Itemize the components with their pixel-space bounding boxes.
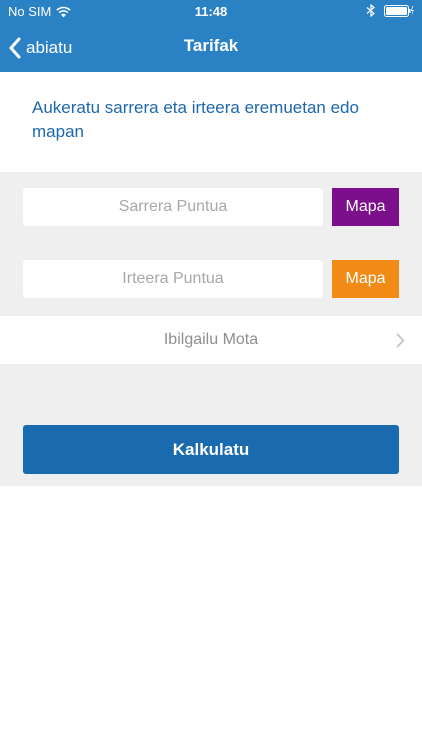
exit-point-input[interactable] xyxy=(23,260,323,298)
app-header: No SIM 11:48 abiatu Tarifak xyxy=(0,0,422,72)
status-bar: No SIM 11:48 xyxy=(0,0,422,24)
battery-charging-icon xyxy=(384,4,414,17)
vehicle-type-label: Ibilgailu Mota xyxy=(163,331,259,348)
calculate-button[interactable]: Kalkulatu xyxy=(23,425,399,474)
page-title: Tarifak xyxy=(183,36,239,55)
navigation-bar: abiatu Tarifak xyxy=(0,24,422,72)
exit-map-button[interactable]: Mapa xyxy=(332,260,399,298)
bluetooth-icon xyxy=(366,4,375,17)
chevron-right-icon xyxy=(396,333,405,348)
instruction-text: Aukeratu sarrera eta irteera eremuetan e… xyxy=(32,98,359,141)
entry-map-button[interactable]: Mapa xyxy=(332,188,399,226)
entry-point-input[interactable] xyxy=(23,188,323,226)
instruction-section: Aukeratu sarrera eta irteera eremuetan e… xyxy=(0,72,422,172)
status-time: 11:48 xyxy=(194,4,228,19)
vehicle-type-row[interactable]: Ibilgailu Mota xyxy=(0,316,422,364)
tariff-form: Mapa Mapa Ibilgailu Mota Kalkulatu xyxy=(0,172,422,486)
status-indicators xyxy=(366,4,414,17)
